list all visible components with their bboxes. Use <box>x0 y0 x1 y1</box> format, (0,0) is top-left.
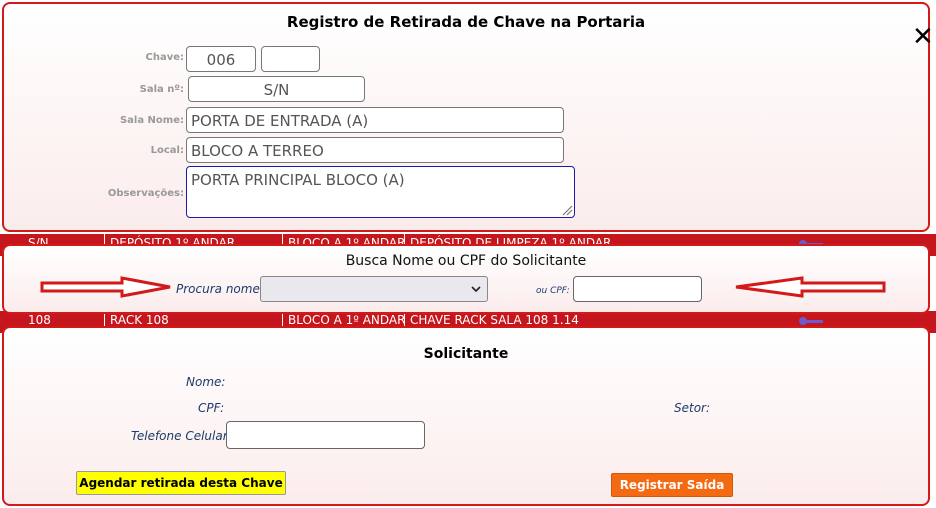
nome-label: Nome: <box>186 375 226 389</box>
chave-label: Chave: <box>145 52 184 63</box>
local-label: Local: <box>150 145 184 156</box>
cpf-label: CPF: <box>198 401 225 415</box>
sala-label: Sala nº: <box>139 84 184 95</box>
telefone-label: Telefone Celular: <box>131 429 232 443</box>
schedule-key-button[interactable]: Agendar retirada desta Chave <box>76 471 286 495</box>
observacoes-textarea[interactable]: PORTA PRINCIPAL BLOCO (A) <box>186 166 575 218</box>
cpf-search-input[interactable] <box>573 276 702 302</box>
telefone-input[interactable] <box>226 421 425 449</box>
close-icon[interactable]: ✕ <box>912 24 934 50</box>
row-cell-location: BLOCO A 1º ANDAR <box>288 313 406 327</box>
resize-handle-icon[interactable] <box>561 204 573 216</box>
requester-title: Solicitante <box>423 346 509 362</box>
sala-nome-input[interactable]: PORTA DE ENTRADA (A) <box>186 107 564 133</box>
key-icon <box>799 317 823 325</box>
register-exit-button[interactable]: Registrar Saída <box>611 473 733 497</box>
row-cell-room: RACK 108 <box>110 313 169 327</box>
row-cell-code: 108 <box>28 313 51 327</box>
procura-nome-select[interactable] <box>260 276 488 302</box>
chave-extra-input[interactable] <box>261 46 320 72</box>
chevron-down-icon <box>471 286 481 293</box>
procura-nome-label: Procura nome: <box>176 282 264 296</box>
form-title: Registro de Retirada de Chave na Portari… <box>286 13 646 31</box>
setor-label: Setor: <box>674 401 711 415</box>
observacoes-label: Observações: <box>107 188 184 199</box>
search-panel: Busca Nome ou CPF do Solicitante Procura… <box>2 244 930 314</box>
arrow-right-icon <box>40 276 171 298</box>
cpf-search-label: ou CPF: <box>536 286 570 296</box>
sala-input[interactable]: S/N <box>188 76 365 102</box>
chave-input[interactable]: 006 <box>186 46 256 72</box>
sala-nome-label: Sala Nome: <box>119 115 184 126</box>
key-form-panel: Registro de Retirada de Chave na Portari… <box>2 2 934 232</box>
arrow-left-icon <box>735 276 886 298</box>
search-title: Busca Nome ou CPF do Solicitante <box>345 253 587 269</box>
local-input[interactable]: BLOCO A TERREO <box>186 137 564 163</box>
row-cell-description: CHAVE RACK SALA 108 1.14 <box>410 313 579 327</box>
requester-panel: Solicitante Nome: CPF: Setor: Telefone C… <box>2 326 930 506</box>
